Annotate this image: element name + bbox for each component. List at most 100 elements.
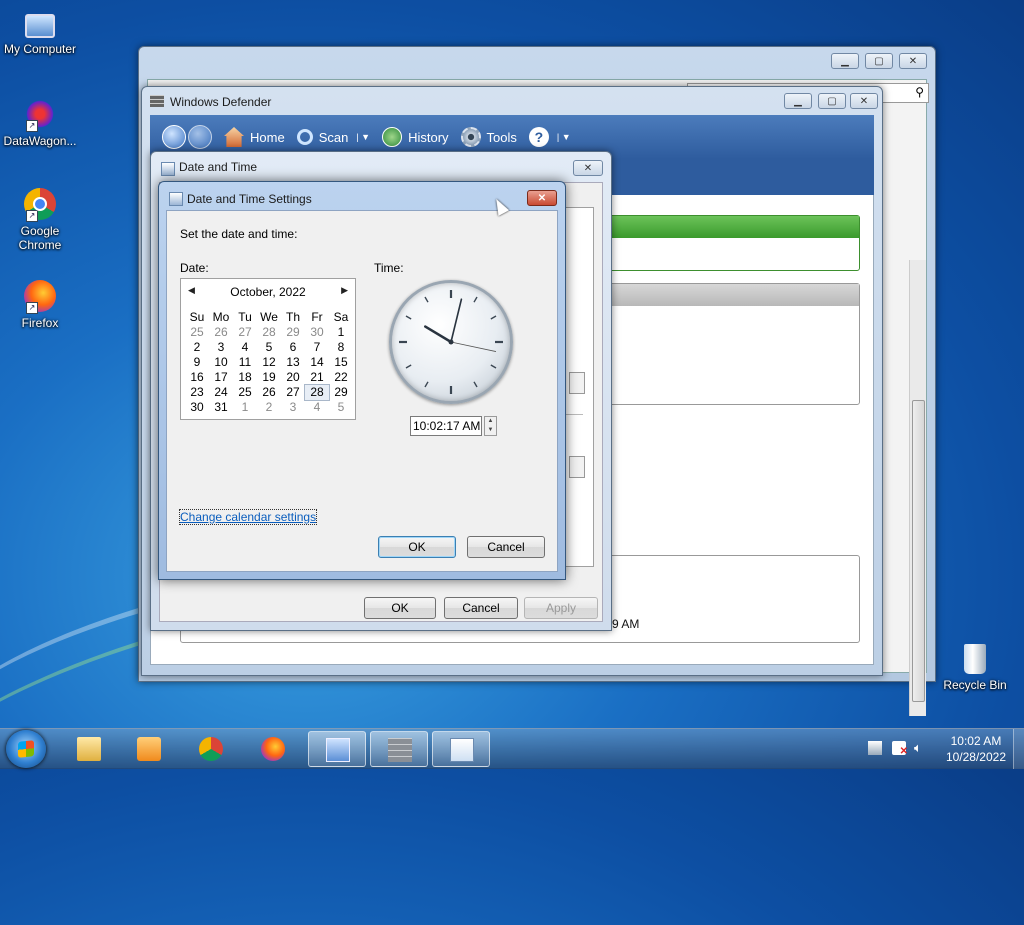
calendar-day[interactable]: 7 xyxy=(305,340,329,355)
calendar-day[interactable]: 1 xyxy=(233,400,257,415)
calendar-weekday: Th xyxy=(285,310,300,324)
calendar-day[interactable]: 25 xyxy=(233,385,257,400)
desktop-icon-chrome[interactable]: ↗ Google Chrome xyxy=(0,188,80,252)
calendar-day[interactable]: 16 xyxy=(185,370,209,385)
close-button[interactable]: ✕ xyxy=(899,53,927,69)
calendar-day[interactable]: 21 xyxy=(305,370,329,385)
forward-arrow-icon[interactable] xyxy=(188,125,212,149)
action-center-icon[interactable]: ✕ xyxy=(892,741,908,757)
calendar-weekday: Su xyxy=(189,310,205,324)
taskbar-clock[interactable]: 10:02 AM 10/28/2022 xyxy=(946,733,1006,765)
calendar-day[interactable]: 25 xyxy=(185,325,209,340)
change-calendar-settings-link[interactable]: Change calendar settings xyxy=(178,509,318,525)
maximize-button[interactable]: ▢ xyxy=(865,53,893,69)
minimize-button[interactable]: ▁ xyxy=(831,53,859,69)
calendar-day[interactable]: 28 xyxy=(257,325,281,340)
chevron-down-icon[interactable]: | ▼ xyxy=(557,132,571,142)
calendar-day[interactable]: 23 xyxy=(185,385,209,400)
calendar-day[interactable]: 26 xyxy=(257,385,281,400)
calendar-day[interactable]: 2 xyxy=(185,340,209,355)
ok-button[interactable]: OK xyxy=(364,597,436,619)
calendar-day[interactable]: 29 xyxy=(281,325,305,340)
taskbar-media-player[interactable] xyxy=(120,731,178,767)
calendar-day[interactable]: 5 xyxy=(257,340,281,355)
taskbar-chrome[interactable] xyxy=(182,731,240,767)
time-spinner[interactable]: ▲ ▼ xyxy=(484,416,497,436)
taskbar-firewall[interactable] xyxy=(370,731,428,767)
calendar-day[interactable]: 22 xyxy=(329,370,353,385)
clock-tick xyxy=(405,364,412,369)
calendar-week-row: 9 10 11 12 13 14 15 xyxy=(185,355,353,370)
date-time-settings-dialog[interactable]: Date and Time Settings ✕ Set the date an… xyxy=(158,181,566,580)
chevron-down-icon[interactable]: | ▼ xyxy=(356,132,370,142)
calendar-day[interactable]: 9 xyxy=(185,355,209,370)
time-field[interactable]: 10:02:17 AM xyxy=(410,416,482,436)
calendar-day[interactable]: 5 xyxy=(329,400,353,415)
calendar-day[interactable]: 4 xyxy=(305,400,329,415)
toolbar-scan[interactable]: Scan | ▼ xyxy=(296,129,370,145)
desktop-icon-datawagon[interactable]: ↗ DataWagon... xyxy=(0,98,80,148)
calendar-day[interactable]: 13 xyxy=(281,355,305,370)
start-button[interactable] xyxy=(6,730,46,768)
close-button[interactable]: ✕ xyxy=(573,160,603,176)
taskbar-date: 10/28/2022 xyxy=(945,750,1006,764)
change-button-partial[interactable] xyxy=(569,456,585,478)
cancel-button[interactable]: Cancel xyxy=(467,536,545,558)
next-month-icon[interactable]: ▶ xyxy=(341,285,348,296)
cancel-button[interactable]: Cancel xyxy=(444,597,518,619)
close-button[interactable]: ✕ xyxy=(850,93,878,109)
back-arrow-icon[interactable] xyxy=(162,125,186,149)
calendar-day[interactable]: 14 xyxy=(305,355,329,370)
maximize-button[interactable]: ▢ xyxy=(818,93,846,109)
desktop-icon-firefox[interactable]: ↗ Firefox xyxy=(0,280,80,330)
desktop-icon-my-computer[interactable]: My Computer xyxy=(0,8,80,56)
calendar-day[interactable]: 3 xyxy=(209,340,233,355)
calendar-day[interactable]: 19 xyxy=(257,370,281,385)
calendar-day[interactable]: 30 xyxy=(185,400,209,415)
calendar-day[interactable]: 2 xyxy=(257,400,281,415)
taskbar-date-time[interactable] xyxy=(432,731,490,767)
calendar-day[interactable]: 4 xyxy=(233,340,257,355)
search-icon[interactable]: ⚲ xyxy=(915,85,924,99)
scrollbar[interactable] xyxy=(909,260,926,716)
calendar-day[interactable]: 1 xyxy=(329,325,353,340)
calendar-day[interactable]: 28 xyxy=(304,384,330,401)
calendar-day[interactable]: 12 xyxy=(257,355,281,370)
toolbar-history[interactable]: History xyxy=(382,127,449,147)
calendar-day[interactable]: 26 xyxy=(209,325,233,340)
minimize-button[interactable]: ▁ xyxy=(784,93,812,109)
desktop-icon-recycle-bin[interactable]: Recycle Bin xyxy=(935,644,1015,692)
calendar-day[interactable]: 3 xyxy=(281,400,305,415)
ok-button[interactable]: OK xyxy=(378,536,456,558)
calendar-day[interactable]: 27 xyxy=(281,385,305,400)
calendar-day[interactable]: 15 xyxy=(329,355,353,370)
calendar-day[interactable]: 24 xyxy=(209,385,233,400)
toolbar-home[interactable]: Home xyxy=(224,127,285,147)
calendar-day[interactable]: 20 xyxy=(281,370,305,385)
calendar-day[interactable]: 29 xyxy=(329,385,353,400)
calendar-day[interactable]: 30 xyxy=(305,325,329,340)
taskbar-explorer[interactable] xyxy=(60,731,118,767)
volume-icon[interactable]: 🔈︎ xyxy=(914,741,928,755)
calendar-day[interactable]: 27 xyxy=(233,325,257,340)
taskbar-firefox[interactable] xyxy=(244,731,302,767)
calendar-week-row: 30 31 1 2 3 4 5 xyxy=(185,400,353,415)
taskbar-defender[interactable] xyxy=(308,731,366,767)
toolbar-tools[interactable]: Tools xyxy=(460,127,517,147)
network-icon[interactable] xyxy=(868,741,882,755)
calendar-day[interactable]: 17 xyxy=(209,370,233,385)
calendar-day[interactable]: 10 xyxy=(209,355,233,370)
scrollbar-thumb[interactable] xyxy=(912,400,925,702)
close-button[interactable]: ✕ xyxy=(527,190,557,206)
calendar-day[interactable]: 6 xyxy=(281,340,305,355)
apply-button[interactable]: Apply xyxy=(524,597,598,619)
change-button-partial[interactable] xyxy=(569,372,585,394)
show-desktop-button[interactable] xyxy=(1013,729,1024,769)
calendar-day[interactable]: 18 xyxy=(233,370,257,385)
calendar-day[interactable]: 31 xyxy=(209,400,233,415)
calendar-day[interactable]: 11 xyxy=(233,355,257,370)
calendar-day[interactable]: 8 xyxy=(329,340,353,355)
calendar[interactable]: ◀ October, 2022 ▶ Su Mo Tu We Th Fr Sa 25 26 27 28… xyxy=(180,278,356,420)
calendar-month[interactable]: October, 2022 xyxy=(181,285,355,299)
toolbar-help[interactable]: ? | ▼ xyxy=(528,127,571,147)
